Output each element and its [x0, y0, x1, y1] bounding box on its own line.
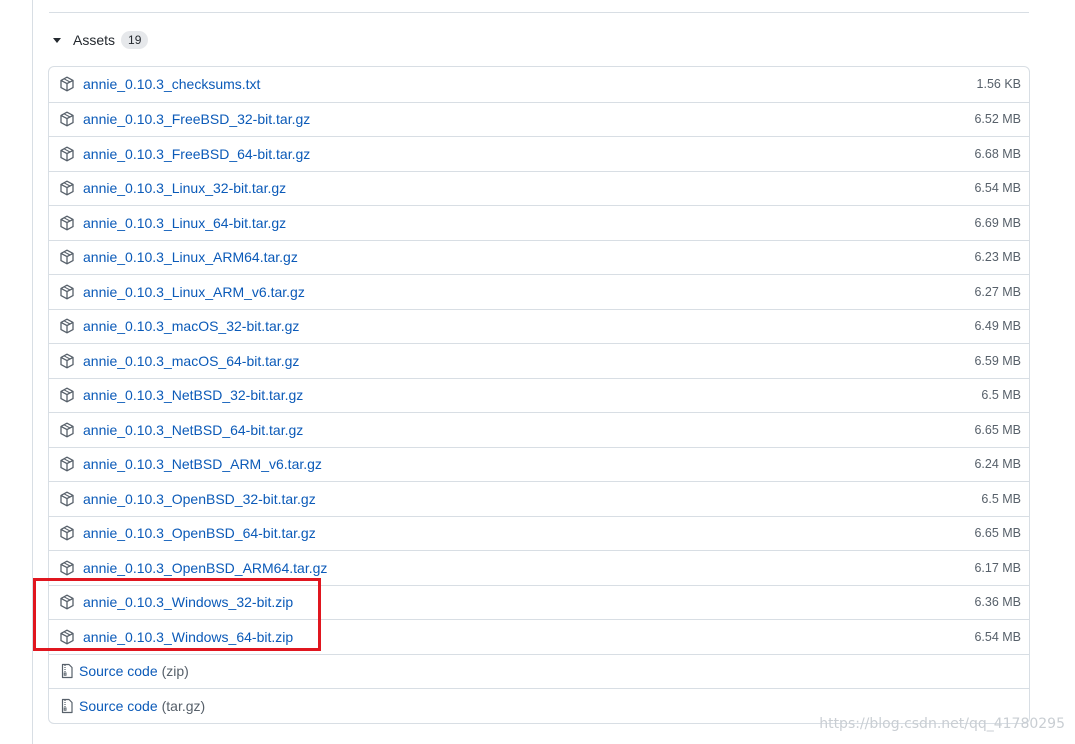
- watermark: https://blog.csdn.net/qq_41780295: [819, 716, 1065, 732]
- asset-size: 1.56 KB: [976, 77, 1021, 92]
- package-icon: [59, 353, 75, 369]
- asset-row: annie_0.10.3_Linux_32-bit.tar.gz 6.54 MB: [49, 170, 1029, 206]
- top-divider: [49, 12, 1029, 13]
- asset-download-link[interactable]: annie_0.10.3_Linux_64-bit.tar.gz: [83, 215, 286, 231]
- assets-list: annie_0.10.3_checksums.txt 1.56 KB annie…: [48, 66, 1030, 724]
- package-icon: [59, 422, 75, 438]
- asset-size: 6.59 MB: [974, 353, 1021, 368]
- asset-download-link[interactable]: annie_0.10.3_OpenBSD_32-bit.tar.gz: [83, 491, 316, 507]
- asset-row: annie_0.10.3_NetBSD_ARM_v6.tar.gz 6.24 M…: [49, 446, 1029, 482]
- package-icon: [59, 594, 75, 610]
- triangle-down-icon: [53, 37, 61, 43]
- asset-download-link[interactable]: annie_0.10.3_NetBSD_64-bit.tar.gz: [83, 422, 303, 438]
- asset-row: annie_0.10.3_Windows_32-bit.zip 6.36 MB: [49, 584, 1029, 620]
- asset-row: annie_0.10.3_FreeBSD_32-bit.tar.gz 6.52 …: [49, 101, 1029, 137]
- package-icon: [59, 180, 75, 196]
- asset-size: 6.49 MB: [974, 319, 1021, 334]
- asset-row: annie_0.10.3_OpenBSD_ARM64.tar.gz 6.17 M…: [49, 550, 1029, 585]
- package-icon: [59, 215, 75, 231]
- assets-toggle[interactable]: Assets 19: [49, 28, 149, 52]
- asset-download-link[interactable]: annie_0.10.3_Windows_64-bit.zip: [83, 629, 293, 645]
- source-code-link[interactable]: Source code: [79, 698, 158, 714]
- asset-download-link[interactable]: annie_0.10.3_checksums.txt: [83, 76, 260, 92]
- asset-size: 6.5 MB: [981, 388, 1021, 403]
- source-code-format: (zip): [161, 663, 189, 680]
- package-icon: [59, 76, 75, 92]
- asset-size: 6.5 MB: [981, 491, 1021, 506]
- asset-download-link[interactable]: annie_0.10.3_FreeBSD_32-bit.tar.gz: [83, 111, 310, 127]
- assets-title: Assets: [73, 32, 116, 48]
- asset-size: 6.17 MB: [974, 560, 1021, 575]
- asset-row: annie_0.10.3_FreeBSD_64-bit.tar.gz 6.68 …: [49, 136, 1029, 171]
- assets-count-badge: 19: [121, 31, 149, 49]
- asset-download-link[interactable]: annie_0.10.3_Linux_ARM_v6.tar.gz: [83, 284, 305, 300]
- asset-download-link[interactable]: annie_0.10.3_Linux_ARM64.tar.gz: [83, 249, 298, 265]
- asset-download-link[interactable]: annie_0.10.3_NetBSD_ARM_v6.tar.gz: [83, 456, 322, 472]
- asset-row: annie_0.10.3_Windows_64-bit.zip 6.54 MB: [49, 619, 1029, 654]
- source-code-row: Source code (zip): [49, 653, 1029, 689]
- package-icon: [59, 146, 75, 162]
- package-icon: [59, 387, 75, 403]
- asset-download-link[interactable]: annie_0.10.3_OpenBSD_64-bit.tar.gz: [83, 525, 316, 541]
- asset-size: 6.52 MB: [974, 112, 1021, 127]
- asset-row: annie_0.10.3_NetBSD_64-bit.tar.gz 6.65 M…: [49, 412, 1029, 447]
- left-divider: [32, 0, 33, 744]
- asset-size: 6.23 MB: [974, 250, 1021, 265]
- package-icon: [59, 525, 75, 541]
- package-icon: [59, 284, 75, 300]
- asset-row: annie_0.10.3_checksums.txt 1.56 KB: [49, 67, 1029, 102]
- asset-download-link[interactable]: annie_0.10.3_NetBSD_32-bit.tar.gz: [83, 387, 303, 403]
- package-icon: [59, 456, 75, 472]
- asset-download-link[interactable]: annie_0.10.3_macOS_32-bit.tar.gz: [83, 318, 299, 334]
- asset-size: 6.69 MB: [974, 215, 1021, 230]
- asset-size: 6.65 MB: [974, 422, 1021, 437]
- package-icon: [59, 560, 75, 576]
- asset-row: annie_0.10.3_NetBSD_32-bit.tar.gz 6.5 MB: [49, 377, 1029, 413]
- package-icon: [59, 249, 75, 265]
- package-icon: [59, 629, 75, 645]
- asset-download-link[interactable]: annie_0.10.3_Windows_32-bit.zip: [83, 594, 293, 610]
- asset-size: 6.68 MB: [974, 146, 1021, 161]
- file-zip-icon: [59, 663, 75, 679]
- package-icon: [59, 318, 75, 334]
- asset-row: annie_0.10.3_Linux_ARM64.tar.gz 6.23 MB: [49, 239, 1029, 275]
- asset-row: annie_0.10.3_Linux_64-bit.tar.gz 6.69 MB: [49, 205, 1029, 240]
- asset-size: 6.36 MB: [974, 595, 1021, 610]
- asset-size: 6.65 MB: [974, 526, 1021, 541]
- asset-size: 6.24 MB: [974, 457, 1021, 472]
- asset-download-link[interactable]: annie_0.10.3_FreeBSD_64-bit.tar.gz: [83, 146, 310, 162]
- asset-size: 6.54 MB: [974, 181, 1021, 196]
- source-code-link[interactable]: Source code: [79, 663, 158, 679]
- asset-download-link[interactable]: annie_0.10.3_OpenBSD_ARM64.tar.gz: [83, 560, 327, 576]
- file-zip-icon: [59, 698, 75, 714]
- asset-row: annie_0.10.3_macOS_64-bit.tar.gz 6.59 MB: [49, 343, 1029, 378]
- asset-download-link[interactable]: annie_0.10.3_macOS_64-bit.tar.gz: [83, 353, 299, 369]
- asset-row: annie_0.10.3_OpenBSD_64-bit.tar.gz 6.65 …: [49, 515, 1029, 551]
- asset-size: 6.27 MB: [974, 284, 1021, 299]
- source-code-format: (tar.gz): [161, 697, 206, 714]
- asset-row: annie_0.10.3_Linux_ARM_v6.tar.gz 6.27 MB: [49, 274, 1029, 309]
- package-icon: [59, 491, 75, 507]
- asset-row: annie_0.10.3_OpenBSD_32-bit.tar.gz 6.5 M…: [49, 481, 1029, 516]
- package-icon: [59, 111, 75, 127]
- asset-row: annie_0.10.3_macOS_32-bit.tar.gz 6.49 MB: [49, 308, 1029, 344]
- asset-size: 6.54 MB: [974, 629, 1021, 644]
- asset-download-link[interactable]: annie_0.10.3_Linux_32-bit.tar.gz: [83, 180, 286, 196]
